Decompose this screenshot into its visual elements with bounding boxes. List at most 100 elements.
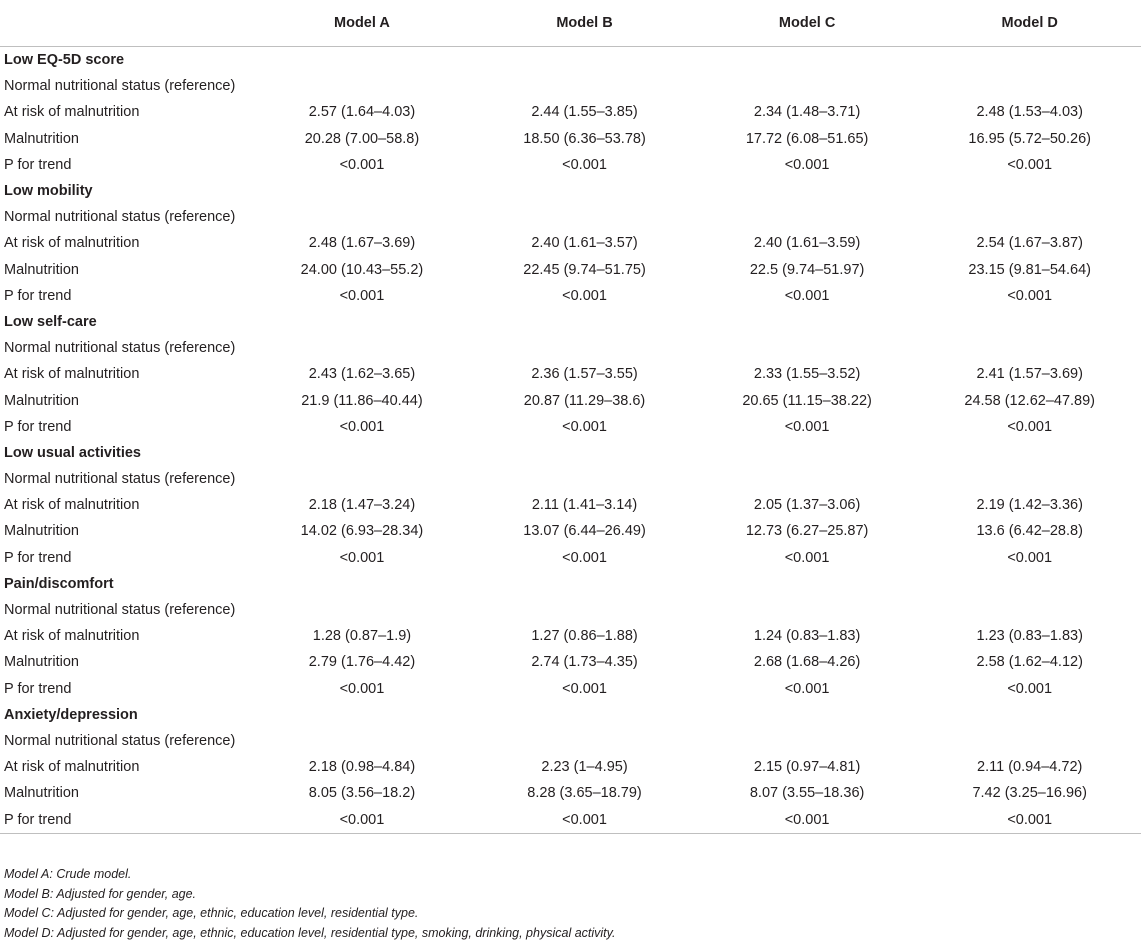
- row-label: At risk of malnutrition: [4, 366, 140, 383]
- table-row: P for trend <0.001 <0.001 <0.001 <0.001: [0, 806, 1141, 834]
- row-label: At risk of malnutrition: [4, 759, 140, 776]
- table-cell: [251, 728, 474, 754]
- row-label: P for trend: [4, 156, 72, 173]
- table-cell: 2.79 (1.76–4.42): [308, 654, 416, 671]
- section-header-row: Anxiety/depression: [0, 702, 1141, 728]
- table-cell: <0.001: [473, 806, 696, 834]
- footnote-model-c: Model C: Adjusted for gender, age, ethni…: [4, 906, 419, 920]
- table-cell: <0.001: [1007, 418, 1053, 435]
- table-cell: <0.001: [784, 418, 830, 435]
- table-cell: <0.001: [339, 418, 385, 435]
- table-cell: [918, 466, 1141, 492]
- table-body: Low EQ-5D score Normal nutritional status…: [0, 47, 1141, 834]
- table-row: Normal nutritional status (reference): [0, 73, 1141, 99]
- table-cell: 2.44 (1.55–3.85): [531, 104, 638, 121]
- results-table: Model A Model B Model C Model D Low EQ-5…: [0, 0, 1141, 834]
- table-cell: <0.001: [1007, 156, 1053, 173]
- row-label: Normal nutritional status (reference): [4, 732, 236, 749]
- footnote-model-b: Model B: Adjusted for gender, age.: [4, 886, 197, 901]
- row-label: Normal nutritional status (reference): [4, 78, 236, 95]
- header-model-c: Model C: [695, 0, 919, 47]
- table-row: At risk of malnutrition 2.18 (0.98–4.84) 2…: [0, 754, 1141, 780]
- table-cell: 8.07 (3.55–18.36): [749, 785, 865, 802]
- table-cell: [473, 466, 696, 492]
- table-cell: [251, 335, 474, 361]
- table-cell: 2.40 (1.61–3.57): [531, 235, 638, 252]
- table-cell: <0.001: [339, 156, 385, 173]
- table-cell: <0.001: [562, 418, 607, 435]
- table-row: At risk of malnutrition 2.18 (1.47–3.24) 2…: [0, 492, 1141, 518]
- table-cell: 2.19 (1.42–3.36): [976, 497, 1083, 514]
- table-cell: 8.28 (3.65–18.79): [527, 785, 642, 802]
- table-row: At risk of malnutrition 2.43 (1.62–3.65) 2…: [0, 361, 1141, 387]
- table-row: Normal nutritional status (reference): [0, 728, 1141, 754]
- table-row: Normal nutritional status (reference): [0, 204, 1141, 230]
- table-cell: <0.001: [784, 156, 830, 173]
- row-label: Malnutrition: [4, 785, 79, 802]
- table-cell: 8.05 (3.56–18.2): [308, 785, 416, 802]
- row-label: Normal nutritional status (reference): [4, 209, 236, 226]
- table-cell: 2.11 (0.94–4.72): [977, 759, 1083, 776]
- table-cell: [696, 728, 919, 754]
- table-cell: 2.40 (1.61–3.59): [753, 235, 861, 252]
- table-row: Normal nutritional status (reference): [0, 466, 1141, 492]
- table-cell: <0.001: [562, 156, 607, 173]
- table-cell: <0.001: [250, 806, 474, 834]
- table-cell: 2.15 (0.97–4.81): [753, 759, 861, 776]
- row-label: Normal nutritional status (reference): [4, 471, 236, 488]
- table-cell: 2.74 (1.73–4.35): [531, 654, 638, 671]
- footnote-model-d: Model D: Adjusted for gender, age, ethni…: [4, 925, 616, 940]
- table-row: Malnutrition 2.79 (1.76–4.42) 2.74 (1.73–4…: [0, 649, 1141, 675]
- table-cell: <0.001: [1007, 549, 1053, 566]
- table-cell: <0.001: [784, 549, 830, 566]
- row-label: Normal nutritional status (reference): [4, 340, 236, 357]
- table-cell: 2.36 (1.57–3.55): [531, 366, 638, 383]
- row-label: At risk of malnutrition: [4, 497, 140, 514]
- table-cell: [918, 204, 1141, 230]
- row-label: P for trend: [4, 418, 72, 435]
- table-cell: [918, 335, 1141, 361]
- section-header-row: Low mobility: [0, 178, 1141, 204]
- table-row: P for trend <0.001 <0.001 <0.001 <0.001: [0, 545, 1141, 571]
- row-label: Normal nutritional status (reference): [4, 602, 236, 619]
- table-cell: 22.45 (9.74–51.75): [523, 261, 646, 278]
- table-cell: [473, 728, 696, 754]
- table-cell: 2.33 (1.55–3.52): [753, 366, 861, 383]
- table-cell: 20.87 (11.29–38.6): [523, 392, 646, 409]
- table-cell: <0.001: [562, 287, 607, 304]
- table-cell: 12.73 (6.27–25.87): [745, 523, 869, 540]
- table-row: Normal nutritional status (reference): [0, 597, 1141, 623]
- section-title: Anxiety/depression: [4, 706, 138, 723]
- table-row: Malnutrition 21.9 (11.86–40.44) 20.87 (11.…: [0, 387, 1141, 413]
- table-cell: [918, 597, 1141, 623]
- section-title: Low self-care: [4, 313, 97, 330]
- table-cell: <0.001: [695, 806, 919, 834]
- table-cell: 17.72 (6.08–51.65): [745, 130, 869, 147]
- table-cell: [473, 73, 696, 99]
- row-label: Malnutrition: [4, 392, 79, 409]
- header-blank: [0, 0, 251, 47]
- row-label: At risk of malnutrition: [4, 628, 140, 645]
- table-cell: 2.68 (1.68–4.26): [753, 654, 861, 671]
- table-cell: 2.58 (1.62–4.12): [976, 654, 1083, 671]
- table-cell: 2.41 (1.57–3.69): [976, 366, 1083, 383]
- row-label: P for trend: [4, 680, 72, 697]
- table-cell: [918, 73, 1141, 99]
- table-cell: [251, 597, 474, 623]
- table-cell: <0.001: [339, 680, 385, 697]
- table-cell: [473, 597, 696, 623]
- table-cell: 24.00 (10.43–55.2): [300, 261, 424, 278]
- table-cell: 18.50 (6.36–53.78): [523, 130, 646, 147]
- section-header-row: Pain/discomfort: [0, 571, 1141, 597]
- table-cell: 24.58 (12.62–47.89): [964, 392, 1095, 409]
- table-cell: [696, 73, 919, 99]
- section-header-row: Low self-care: [0, 309, 1141, 335]
- table-cell: <0.001: [784, 287, 830, 304]
- section-title: Low mobility: [4, 183, 93, 200]
- table-row: Malnutrition 20.28 (7.00–58.8) 18.50 (6.36…: [0, 126, 1141, 152]
- section-title: Pain/discomfort: [4, 575, 114, 592]
- table-row: At risk of malnutrition 2.57 (1.64–4.03) 2…: [0, 99, 1141, 125]
- table-cell: 7.42 (3.25–16.96): [972, 785, 1087, 802]
- table-cell: 22.5 (9.74–51.97): [749, 261, 865, 278]
- section-title: Low usual activities: [4, 444, 141, 461]
